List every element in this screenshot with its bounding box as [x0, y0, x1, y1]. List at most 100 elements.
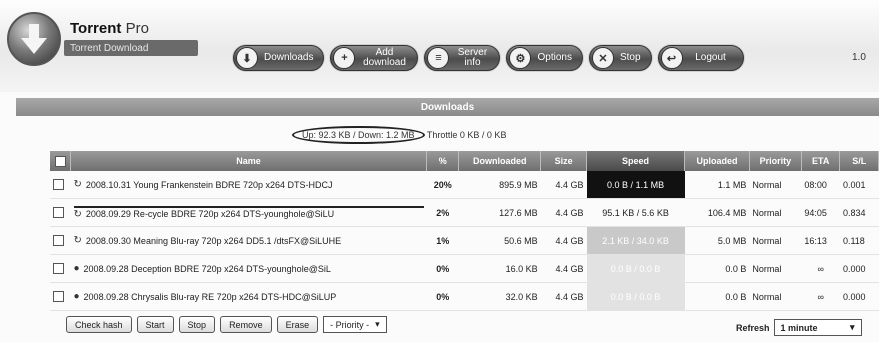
col-eta[interactable]: ETA	[801, 151, 841, 171]
refresh-select[interactable]: 1 minute ▾	[773, 319, 862, 336]
chevron-down-icon: ▾	[375, 319, 380, 329]
refresh-select-value: 1 minute	[780, 322, 818, 333]
action-toolbar: Check hash Start Stop Remove Erase - Pri…	[66, 316, 387, 333]
row-percent: 0%	[426, 254, 459, 283]
downloads-section-title: Downloads	[16, 98, 879, 116]
row-downloaded: 32.0 KB	[458, 282, 541, 311]
row-uploaded: 0.0 B	[684, 254, 750, 283]
stop-button[interactable]: Stop	[178, 316, 216, 333]
nav-logout-button[interactable]: ↩ Logout	[657, 45, 744, 71]
transfer-stats: Up: 92.3 KB / Down: 1.2 MB Throttle 0 KB…	[292, 126, 506, 144]
row-checkbox[interactable]	[53, 263, 64, 275]
row-eta: 94:05	[801, 198, 840, 227]
row-speed: 0.0 B / 0.0 B	[586, 254, 685, 283]
nav-add-download-button[interactable]: + Add download	[330, 45, 419, 71]
refresh-control: Refresh 1 minute ▾	[736, 319, 862, 336]
select-all-checkbox[interactable]	[54, 155, 66, 167]
priority-select[interactable]: - Priority - ▾	[323, 316, 387, 333]
nav-stop-button[interactable]: ✕ Stop	[588, 45, 652, 71]
torrent-name: 2008.09.28 Deception BDRE 720p x264 DTS-…	[83, 263, 331, 274]
row-priority: Normal	[749, 254, 802, 283]
nav-add-download-label: Add download	[363, 47, 406, 68]
row-sl: 0.001	[839, 171, 879, 199]
logout-icon: ↩	[660, 47, 683, 69]
check-hash-button[interactable]: Check hash	[66, 316, 132, 333]
col-size[interactable]: Size	[540, 151, 588, 171]
table-row[interactable]: ↻ 2008.09.30 Meaning Blu-ray 720p x264 DD…	[50, 226, 879, 255]
row-uploaded: 106.4 MB	[684, 198, 750, 227]
row-size: 4.4 GB	[540, 254, 587, 283]
col-percent[interactable]: %	[426, 151, 460, 171]
row-priority: Normal	[749, 282, 802, 311]
status-paused-icon: ●	[73, 291, 80, 302]
row-checkbox[interactable]	[53, 179, 64, 191]
row-downloaded: 895.9 MB	[458, 171, 541, 199]
table-row[interactable]: ● 2008.09.28 Chrysalis Blu-ray RE 720p x2…	[50, 282, 879, 311]
nav-logout-label: Logout	[695, 52, 726, 63]
nav-options-button[interactable]: ⚙ Options	[506, 45, 583, 71]
row-speed: 0.0 B / 0.0 B	[586, 282, 685, 311]
row-downloaded: 50.6 MB	[458, 226, 541, 255]
nav-options-label: Options	[537, 52, 572, 63]
add-icon: +	[333, 47, 356, 69]
row-speed: 95.1 KB / 5.6 KB	[586, 198, 685, 227]
row-percent: 20%	[426, 171, 459, 199]
table-header-row: Name % Downloaded Size Speed Uploaded Pr…	[50, 151, 879, 171]
col-priority[interactable]: Priority	[749, 151, 802, 171]
row-sl: 0.000	[839, 282, 879, 311]
nav-server-info-button[interactable]: ≡ Server info	[424, 45, 501, 71]
row-checkbox[interactable]	[53, 291, 64, 303]
torrent-name: 2008.10.31 Young Frankenstein BDRE 720p …	[85, 179, 333, 190]
row-priority: Normal	[749, 198, 802, 227]
status-refresh-icon: ↻	[73, 235, 82, 246]
start-button[interactable]: Start	[136, 316, 174, 333]
row-sl: 0.834	[839, 198, 879, 227]
row-speed: 0.0 B / 1.1 MB	[586, 171, 685, 199]
select-all-header[interactable]	[50, 151, 71, 171]
main-nav: ⬇ Downloads + Add download ≡ Server info…	[233, 44, 750, 72]
table-row[interactable]: ↻ 2008.10.31 Young Frankenstein BDRE 720p…	[50, 171, 879, 199]
row-uploaded: 0.0 B	[684, 282, 750, 311]
nav-server-info-label: Server info	[457, 47, 488, 68]
row-percent: 1%	[426, 226, 459, 255]
row-sl: 0.118	[839, 226, 879, 255]
throttle-stats: Throttle 0 KB / 0 KB	[426, 130, 507, 140]
row-priority: Normal	[749, 171, 802, 199]
erase-button[interactable]: Erase	[276, 316, 319, 333]
server-icon: ≡	[427, 47, 450, 69]
row-checkbox[interactable]	[53, 235, 64, 247]
col-speed[interactable]: Speed	[586, 151, 686, 171]
app-title-text: Torrent	[70, 20, 122, 37]
nav-downloads-button[interactable]: ⬇ Downloads	[233, 45, 325, 71]
app-title-suffix: Pro	[125, 20, 149, 37]
row-percent: 2%	[426, 198, 459, 227]
row-downloaded: 127.6 MB	[458, 198, 541, 227]
row-downloaded: 16.0 KB	[458, 254, 541, 283]
table-row[interactable]: ↻ 2008.09.29 Re-cycle BDRE 720p x264 DTS-…	[50, 198, 879, 227]
row-eta: ∞	[801, 282, 840, 311]
status-paused-icon: ●	[73, 263, 80, 274]
col-sl[interactable]: S/L	[839, 151, 879, 171]
app-title: Torrent Pro	[70, 20, 149, 37]
remove-button[interactable]: Remove	[220, 316, 272, 333]
row-eta: 08:00	[801, 171, 840, 199]
col-downloaded[interactable]: Downloaded	[458, 151, 542, 171]
download-icon: ⬇	[236, 47, 258, 69]
updown-stats: Up: 92.3 KB / Down: 1.2 MB	[292, 126, 425, 144]
torrent-name: 2008.09.29 Re-cycle BDRE 720p x264 DTS-y…	[85, 209, 335, 219]
col-uploaded[interactable]: Uploaded	[684, 151, 750, 171]
row-checkbox[interactable]	[53, 207, 64, 219]
torrent-name: 2008.09.30 Meaning Blu-ray 720p x264 DD5…	[85, 235, 342, 246]
table-row[interactable]: ● 2008.09.28 Deception BDRE 720p x264 DTS…	[50, 254, 879, 283]
status-refresh-icon: ↻	[73, 179, 82, 190]
row-priority: Normal	[749, 226, 802, 255]
status-refresh-icon: ↻	[73, 208, 82, 220]
refresh-label: Refresh	[736, 322, 770, 333]
row-size: 4.4 GB	[540, 282, 587, 311]
logo-icon	[7, 12, 61, 66]
row-speed: 2.1 KB / 34.0 KB	[586, 226, 685, 255]
col-name[interactable]: Name	[70, 151, 427, 171]
version-label: 1.0	[852, 52, 866, 63]
downloads-table: Name % Downloaded Size Speed Uploaded Pr…	[50, 151, 879, 311]
nav-downloads-label: Downloads	[264, 52, 314, 63]
